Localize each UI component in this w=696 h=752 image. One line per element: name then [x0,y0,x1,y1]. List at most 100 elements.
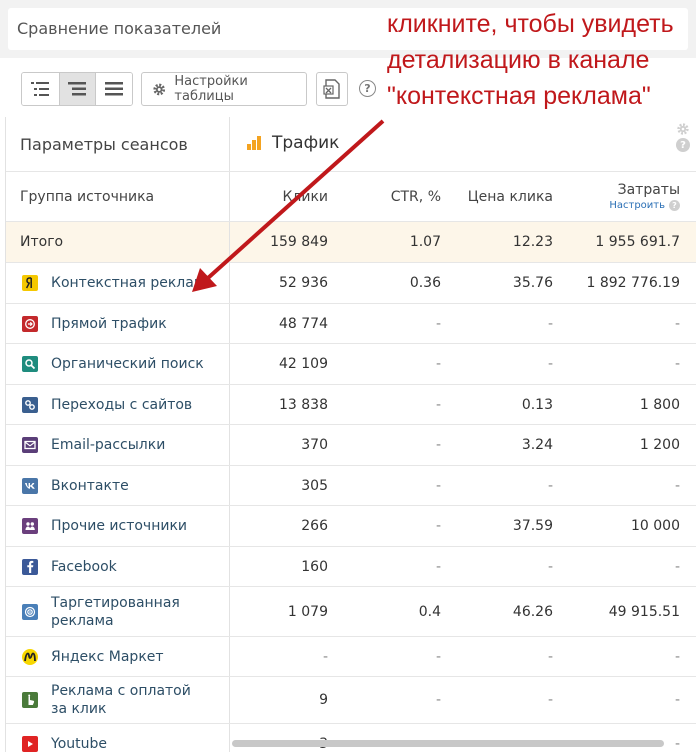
cost-cell: - [674,558,680,575]
source-name-link[interactable]: Реклама с оплатой за клик [51,682,211,718]
cost-cell: - [674,356,680,372]
excel-icon [323,79,340,99]
source-name-link[interactable]: Facebook [51,558,117,576]
table-row[interactable]: Facebook 160 - - - [6,547,696,587]
cpc-cell: - [547,356,553,372]
cost-cell: - [674,648,680,665]
source-name-link[interactable]: Переходы с сайтов [51,396,192,414]
ctr-cell: - [435,356,441,372]
clicks-cell: 9 [319,692,328,708]
cost-cell: 1 892 776.19 [586,275,680,291]
search-icon [22,356,38,372]
cost-cell: - [674,315,680,332]
table-row[interactable]: Органический поиск 42 109 - - - [6,344,696,385]
table-row[interactable]: Вконтакте 305 - - - [6,466,696,506]
source-name-link[interactable]: Органический поиск [51,355,204,373]
cpc-header[interactable]: Цена клика [441,172,553,221]
help-icon[interactable]: ? [359,80,376,97]
source-name-link[interactable]: Контекстная реклама [51,274,213,292]
traffic-label: Трафик [272,133,340,153]
source-name-link[interactable]: Прочие источники [51,517,187,535]
cpc-cell: 35.76 [512,275,553,291]
youtube-icon [22,735,38,752]
ctr-cell: - [435,692,441,708]
traffic-help-icon[interactable]: ? [676,138,690,152]
clicks-cell: 48 774 [279,315,328,332]
total-clicks: 159 849 [270,234,328,250]
tree-view-button[interactable] [22,73,59,105]
target-icon [22,603,38,620]
source-name-link[interactable]: Прямой трафик [51,315,167,333]
ppc-icon [22,692,38,708]
total-label: Итого [6,222,230,262]
source-name-link[interactable]: Email-рассылки [51,436,165,454]
total-cost: 1 955 691.7 [595,234,680,250]
cpc-cell: - [441,724,553,752]
source-name-link[interactable]: Вконтакте [51,477,129,495]
table-row[interactable]: Прямой трафик 48 774 - - - [6,304,696,344]
excel-export-button[interactable] [316,72,348,106]
cpc-cell: - [547,315,553,332]
cost-help-icon: ? [669,200,680,211]
clicks-cell: 305 [301,477,328,494]
ctr-cell: - [435,396,441,413]
ctr-cell: 0.4 [418,603,441,620]
table-row[interactable]: Email-рассылки 370 - 3.24 1 200 [6,425,696,466]
flat-view-button[interactable] [95,73,132,105]
cpc-cell: - [547,648,553,665]
annotation-text: кликните, чтобы увидеть детализацию в ка… [387,10,674,110]
table-row[interactable]: Таргетированная реклама 1 079 0.4 46.26 … [6,587,696,637]
facebook-icon [22,558,38,575]
source-name-link[interactable]: Таргетированная реклама [51,594,191,630]
vk-icon [22,477,38,494]
cost-cell: - [674,735,680,752]
total-row: Итого 159 849 1.07 12.23 1 955 691.7 [6,222,696,263]
ctr-cell: - [435,315,441,332]
cost-cell: - [674,692,680,708]
grouped-list-icon [68,82,87,96]
source-group-header[interactable]: Группа источника [6,172,230,221]
clicks-header[interactable]: Клики [230,172,328,221]
clicks-cell: 13 838 [279,396,328,413]
email-icon [22,437,38,453]
column-settings-icon[interactable] [676,122,690,136]
clicks-cell: 266 [301,518,328,534]
link-icon [22,396,38,413]
cost-header-label: Затраты [617,182,680,198]
table-settings-label: Настройки таблицы [174,74,248,104]
table-row[interactable]: Прочие источники 266 - 37.59 10 000 [6,506,696,547]
grouped-view-button[interactable] [58,73,96,105]
table-row[interactable]: Контекстная реклама 52 936 0.36 35.76 1 … [6,263,696,304]
table-group-header: Параметры сеансов Трафик ? [6,117,696,172]
table-column-header: Группа источника Клики CTR, % Цена клика… [6,172,696,222]
ctr-header[interactable]: CTR, % [328,172,441,221]
cpc-cell: - [547,558,553,575]
traffic-group-header: Трафик [246,133,339,153]
table-row[interactable]: Реклама с оплатой за клик 9 - - - [6,677,696,724]
total-cpc: 12.23 [512,234,553,250]
ctr-cell: - [435,518,441,534]
yandex-direct-icon [22,275,38,291]
cpc-cell: 46.26 [512,603,553,620]
cost-configure-link[interactable]: Настроить ? [609,200,680,211]
gear-icon [153,83,166,95]
table-row[interactable]: Яндекс Маркет - - - - [6,637,696,677]
clicks-cell: 52 936 [279,275,328,291]
ctr-cell: - [435,477,441,494]
cpc-cell: - [547,477,553,494]
cost-header[interactable]: Затраты Настроить ? [553,172,680,221]
horizontal-scrollbar[interactable] [232,740,664,747]
cost-cell: 49 915.51 [608,603,680,620]
ctr-cell: - [435,648,441,665]
table-row[interactable]: Youtube 3 - - - [6,724,696,752]
source-name-link[interactable]: Яндекс Маркет [51,648,164,666]
clicks-cell: 42 109 [279,356,328,372]
tree-list-icon [31,82,50,96]
cpc-cell: 3.24 [521,437,553,453]
table-row[interactable]: Переходы с сайтов 13 838 - 0.13 1 800 [6,385,696,425]
compare-title: Сравнение показателей [17,19,222,38]
table-settings-button[interactable]: Настройки таблицы [141,72,307,106]
cpc-cell: - [547,692,553,708]
clicks-cell: 1 079 [287,603,328,620]
source-name-link[interactable]: Youtube [51,735,107,752]
